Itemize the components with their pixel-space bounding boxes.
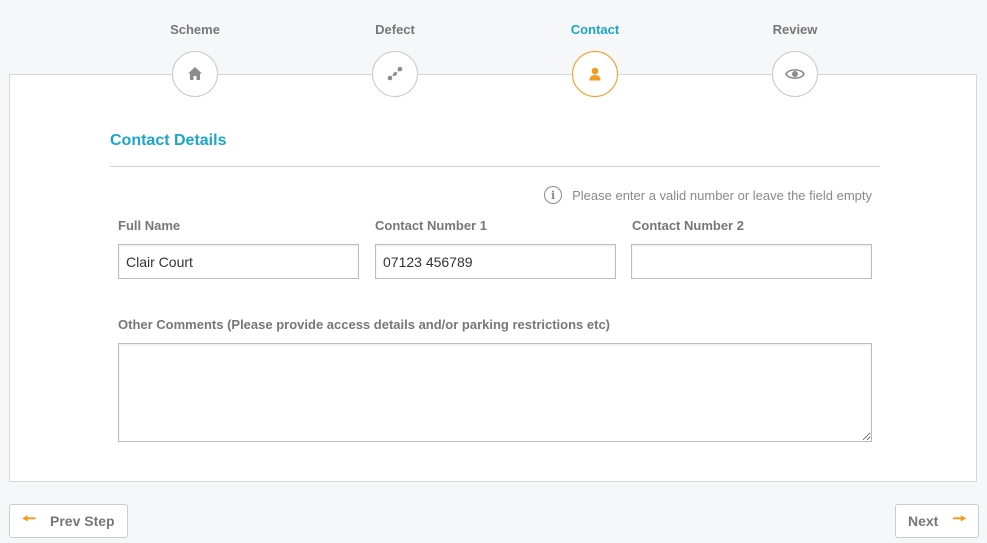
contact-number-2-input[interactable]: [631, 244, 872, 279]
step-defect[interactable]: [372, 51, 418, 97]
step-scheme[interactable]: [172, 51, 218, 97]
hint-text: Please enter a valid number or leave the…: [572, 187, 872, 203]
next-button[interactable]: Next 🠖: [895, 504, 979, 538]
contact-number-2-label: Contact Number 2: [632, 218, 744, 233]
contact-number-1-input[interactable]: [375, 244, 616, 279]
section-title: Contact Details: [110, 132, 227, 149]
step-review[interactable]: [772, 51, 818, 97]
home-icon: [188, 67, 202, 80]
divider: [110, 166, 880, 167]
step-label-defect[interactable]: Defect: [335, 22, 455, 37]
arrow-left-icon: 🠔: [22, 510, 37, 528]
comments-label: Other Comments (Please provide access de…: [118, 317, 611, 332]
route-icon: [387, 66, 403, 81]
validation-hint: i Please enter a valid number or leave t…: [544, 186, 872, 204]
step-label-review[interactable]: Review: [735, 22, 855, 37]
prev-step-button[interactable]: 🠔 Prev Step: [9, 504, 128, 538]
arrow-right-icon: 🠖: [952, 510, 967, 528]
step-contact[interactable]: [572, 51, 618, 97]
info-icon: i: [544, 186, 563, 204]
prev-step-label: Prev Step: [50, 513, 115, 529]
comments-textarea[interactable]: [118, 343, 872, 442]
step-label-contact[interactable]: Contact: [535, 22, 655, 37]
step-label-scheme[interactable]: Scheme: [135, 22, 255, 37]
person-icon: [589, 67, 601, 81]
full-name-input[interactable]: [118, 244, 359, 279]
eye-icon: [785, 69, 805, 79]
contact-number-1-label: Contact Number 1: [375, 218, 487, 233]
next-label: Next: [908, 513, 939, 529]
full-name-label: Full Name: [118, 218, 181, 233]
